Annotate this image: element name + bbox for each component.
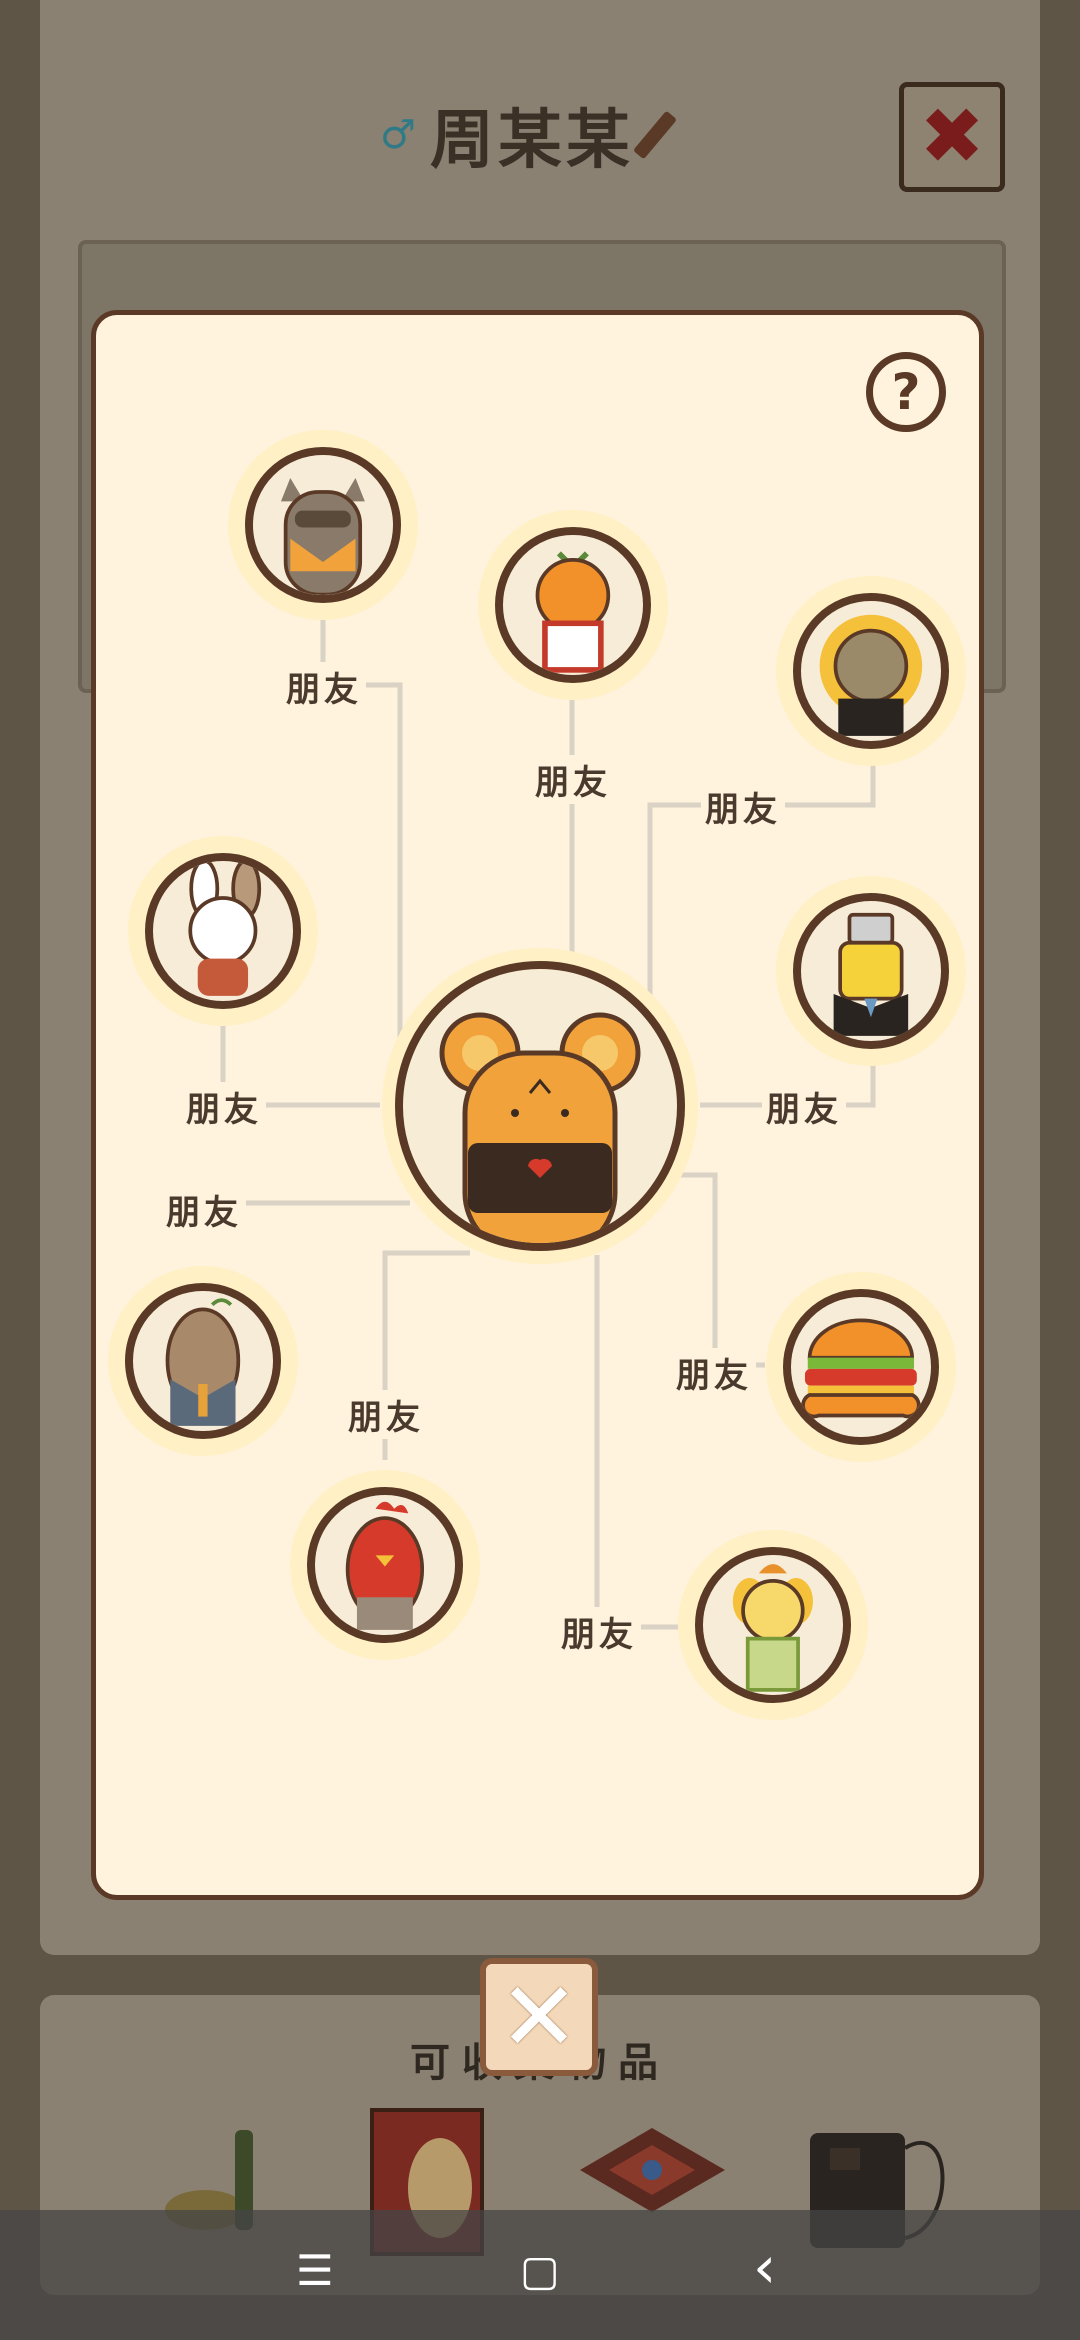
friend-node-sunflower[interactable]	[776, 576, 966, 766]
relation-label-burger: 朋友	[672, 1348, 756, 1397]
burger-avatar	[801, 1318, 921, 1419]
friend-node-raccoon[interactable]	[228, 430, 418, 620]
relation-label-rooster: 朋友	[344, 1390, 428, 1439]
relation-label-sunflower: 朋友	[701, 782, 785, 831]
relation-label-orange: 朋友	[531, 755, 615, 804]
friend-node-pudding[interactable]	[678, 1530, 868, 1720]
friend-node-burger[interactable]	[766, 1272, 956, 1462]
orange-character-avatar	[535, 551, 611, 673]
home-icon[interactable]: ▢	[520, 2250, 560, 2292]
friend-node-orange[interactable]	[478, 510, 668, 700]
robot-suit-avatar	[833, 912, 909, 1036]
sunflower-avatar	[819, 614, 923, 736]
menu-icon[interactable]: ☰	[296, 2250, 334, 2292]
rooster-avatar	[345, 1501, 425, 1630]
close-icon: ✕	[498, 1961, 580, 2073]
bear-character-avatar	[439, 1012, 641, 1244]
potato-suit-avatar	[165, 1298, 241, 1426]
popup-close-button[interactable]: ✕	[480, 1958, 598, 2076]
friend-node-rooster[interactable]	[290, 1470, 480, 1660]
friend-node-robot[interactable]	[776, 876, 966, 1066]
friend-node-potato[interactable]	[108, 1266, 298, 1456]
relation-label-rabbit: 朋友	[182, 1082, 266, 1131]
back-icon[interactable]: ‹	[753, 2238, 776, 2296]
relation-label-pudding: 朋友	[557, 1607, 641, 1656]
raccoon-avatar	[281, 477, 365, 595]
pudding-avatar	[732, 1563, 814, 1692]
center-character-node[interactable]	[382, 948, 698, 1264]
rabbit-avatar	[188, 861, 262, 996]
relation-label-potato: 朋友	[162, 1185, 246, 1234]
relation-label-raccoon: 朋友	[282, 662, 366, 711]
relation-label-robot: 朋友	[762, 1082, 846, 1131]
friend-node-rabbit[interactable]	[128, 836, 318, 1026]
